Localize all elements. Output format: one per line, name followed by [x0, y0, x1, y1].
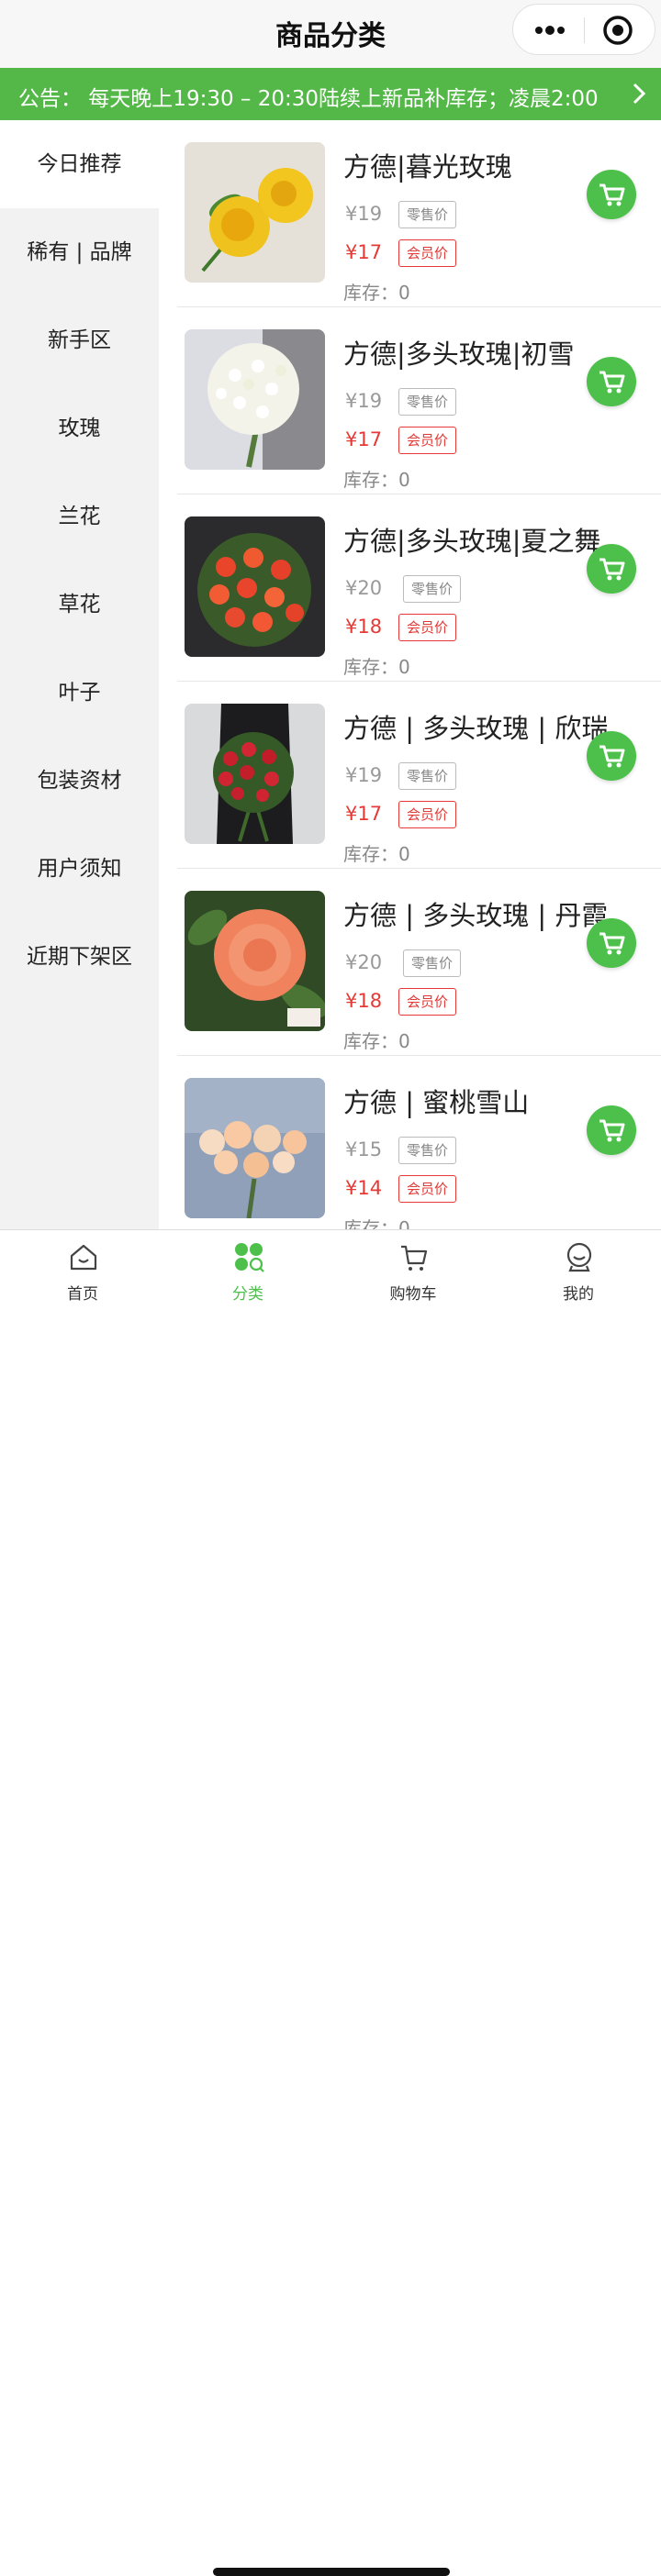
product-card[interactable]: 方德|多头玫瑰|初雪 ¥19 零售价 ¥17 会员价 库存：0: [177, 307, 661, 494]
sidebar-item-user-notice[interactable]: 用户须知: [0, 825, 159, 913]
bottom-tab-bar: 首页 分类 购物车 我的: [0, 1229, 661, 2576]
category-sidebar: 今日推荐 稀有 | 品牌 新手区 玫瑰 兰花 草花 叶子 包装资材 用户须知 近…: [0, 120, 159, 1229]
add-to-cart-button[interactable]: [587, 731, 636, 781]
top-nav-bar: 商品分类: [0, 0, 661, 68]
product-image[interactable]: [185, 704, 325, 844]
retail-price: ¥19: [345, 203, 383, 225]
retail-price-tag: 零售价: [403, 949, 462, 977]
retail-price-tag: 零售价: [398, 762, 457, 790]
home-icon: [70, 1244, 97, 1271]
member-price-tag: 会员价: [398, 239, 457, 267]
sidebar-item-packaging[interactable]: 包装资材: [0, 737, 159, 825]
retail-price: ¥15: [345, 1138, 383, 1160]
product-card[interactable]: 方德 | 蜜桃雪山 ¥15 零售价 ¥14 会员价 库存：0: [177, 1056, 661, 1229]
retail-price: ¥20: [345, 951, 383, 973]
retail-price: ¥20: [345, 577, 383, 599]
stock-count: 库存：0: [343, 1217, 410, 1229]
retail-price: ¥19: [345, 390, 383, 412]
member-price: ¥18: [345, 616, 383, 638]
tab-cart[interactable]: 购物车: [330, 1230, 496, 1313]
product-card[interactable]: 方德|暮光玫瑰 ¥19 零售价 ¥17 会员价 库存：0: [177, 120, 661, 307]
member-price-tag: 会员价: [398, 614, 457, 641]
product-image[interactable]: [185, 1078, 325, 1218]
product-card[interactable]: 方德 | 多头玫瑰 | 丹霞 ¥20 零售价 ¥18 会员价 库存：0: [177, 869, 661, 1056]
retail-price-tag: 零售价: [398, 1137, 457, 1164]
tab-label: 首页: [67, 1285, 98, 1304]
member-price-tag: 会员价: [398, 1175, 457, 1203]
sidebar-item-today[interactable]: 今日推荐: [0, 120, 159, 208]
stock-count: 库存：0: [343, 656, 410, 678]
product-name: 方德 | 多头玫瑰 | 丹霞: [343, 900, 609, 931]
tab-label: 我的: [563, 1285, 594, 1304]
add-to-cart-button[interactable]: [587, 170, 636, 219]
home-indicator: [213, 2568, 450, 2576]
add-to-cart-button[interactable]: [587, 544, 636, 594]
member-price: ¥17: [345, 428, 383, 450]
retail-price-tag: 零售价: [398, 388, 457, 416]
close-mini-program-icon[interactable]: [601, 14, 634, 47]
category-icon: [235, 1243, 264, 1272]
announcement-text: 公告： 每天晚上19:30 – 20:30陆续上新品补库存；凌晨2:00: [18, 87, 599, 111]
product-image[interactable]: [185, 142, 325, 283]
tab-home[interactable]: 首页: [0, 1230, 165, 1313]
member-price: ¥18: [345, 990, 383, 1012]
member-price: ¥14: [345, 1177, 383, 1199]
product-card[interactable]: 方德|多头玫瑰|夏之舞 ¥20 零售价 ¥18 会员价 库存：0: [177, 494, 661, 682]
member-price-tag: 会员价: [398, 988, 457, 1016]
add-to-cart-button[interactable]: [587, 1105, 636, 1155]
product-name: 方德|多头玫瑰|夏之舞: [343, 526, 601, 557]
announcement-bar[interactable]: 公告： 每天晚上19:30 – 20:30陆续上新品补库存；凌晨2:00: [0, 68, 661, 120]
member-price: ¥17: [345, 241, 383, 263]
sidebar-item-rare-brand[interactable]: 稀有 | 品牌: [0, 208, 159, 296]
more-icon[interactable]: [532, 14, 568, 47]
add-to-cart-button[interactable]: [587, 357, 636, 406]
retail-price-tag: 零售价: [398, 201, 457, 228]
tab-category[interactable]: 分类: [165, 1230, 330, 1313]
stock-count: 库存：0: [343, 282, 410, 304]
cart-icon: [401, 1245, 428, 1271]
sidebar-item-herbaceous[interactable]: 草花: [0, 561, 159, 649]
member-price-tag: 会员价: [398, 427, 457, 454]
product-image[interactable]: [185, 329, 325, 470]
product-name: 方德 | 蜜桃雪山: [343, 1087, 530, 1118]
product-image[interactable]: [185, 891, 325, 1031]
product-name: 方德|暮光玫瑰: [343, 151, 512, 183]
profile-icon: [566, 1242, 592, 1272]
product-image[interactable]: [185, 516, 325, 657]
retail-price-tag: 零售价: [403, 575, 462, 603]
sidebar-item-leaves[interactable]: 叶子: [0, 649, 159, 737]
capsule-divider: [584, 17, 585, 43]
product-list[interactable]: 方德|暮光玫瑰 ¥19 零售价 ¥17 会员价 库存：0 方德|多头玫瑰|初雪 …: [159, 120, 661, 1229]
retail-price: ¥19: [345, 764, 383, 786]
stock-count: 库存：0: [343, 469, 410, 491]
member-price: ¥17: [345, 803, 383, 825]
tab-profile[interactable]: 我的: [496, 1230, 661, 1313]
stock-count: 库存：0: [343, 843, 410, 865]
tab-label: 分类: [232, 1285, 263, 1304]
stock-count: 库存：0: [343, 1030, 410, 1052]
sidebar-item-beginner[interactable]: 新手区: [0, 296, 159, 384]
chevron-right-icon[interactable]: [624, 77, 654, 110]
sidebar-item-delisted[interactable]: 近期下架区: [0, 913, 159, 1001]
mini-program-capsule: [512, 4, 655, 55]
sidebar-item-rose[interactable]: 玫瑰: [0, 384, 159, 472]
member-price-tag: 会员价: [398, 801, 457, 828]
product-name: 方德 | 多头玫瑰 | 欣瑞: [343, 713, 609, 744]
sidebar-item-orchid[interactable]: 兰花: [0, 472, 159, 561]
product-card[interactable]: 方德 | 多头玫瑰 | 欣瑞 ¥19 零售价 ¥17 会员价 库存：0: [177, 682, 661, 869]
tab-label: 购物车: [389, 1285, 437, 1304]
product-name: 方德|多头玫瑰|初雪: [343, 339, 575, 370]
add-to-cart-button[interactable]: [587, 918, 636, 968]
